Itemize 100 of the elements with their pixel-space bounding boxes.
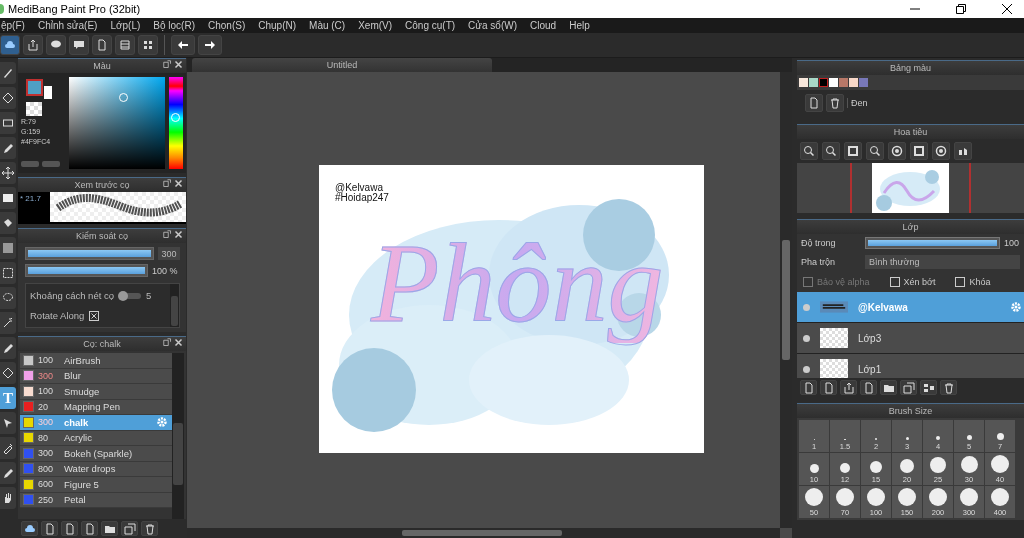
scrollbar[interactable] (170, 284, 179, 327)
menu-item[interactable]: Công cụ(T) (405, 20, 456, 31)
visibility-dot[interactable] (803, 303, 810, 311)
brush-action-button[interactable] (41, 521, 58, 536)
tool-button[interactable] (0, 237, 16, 259)
navigator-button[interactable] (844, 142, 862, 160)
brush-action-button[interactable] (81, 521, 98, 536)
visibility-dot[interactable] (803, 365, 810, 373)
navigator-button[interactable] (932, 142, 950, 160)
tool-button[interactable] (0, 137, 16, 159)
layer-row[interactable]: Lớp1 (797, 354, 1024, 378)
close-icon[interactable] (1002, 4, 1012, 14)
tool-button[interactable] (0, 162, 16, 184)
layer-action-button[interactable] (900, 380, 917, 395)
toolbar-button[interactable] (0, 35, 20, 55)
restore-icon[interactable] (956, 4, 966, 14)
spacing-slider[interactable] (119, 292, 141, 299)
document-tab[interactable]: Untitled (192, 58, 492, 72)
brush-action-button[interactable] (101, 521, 118, 536)
layer-action-button[interactable] (820, 380, 837, 395)
palette-swatch[interactable] (829, 78, 838, 87)
menu-item[interactable]: Cửa sổ(W) (468, 20, 517, 31)
palette-swatch[interactable] (859, 78, 868, 87)
layer-option-checkbox[interactable]: Xén bớt (889, 277, 936, 287)
opacity-value: 100 (1004, 238, 1020, 248)
menu-item[interactable]: Cloud (530, 20, 557, 31)
color-picker-square[interactable] (69, 77, 165, 169)
menu-item[interactable]: Xem(V) (358, 20, 393, 31)
tool-button[interactable] (0, 487, 16, 509)
menu-item[interactable]: Lớp(L) (110, 20, 141, 31)
scrollbar[interactable] (172, 353, 184, 519)
layer-action-button[interactable] (880, 380, 897, 395)
copy-icon (123, 522, 136, 535)
navigator-button[interactable] (822, 142, 840, 160)
navigator-button[interactable] (910, 142, 928, 160)
menu-item[interactable]: ệp(F) (1, 20, 25, 31)
palette-swatch[interactable] (819, 78, 828, 87)
tool-button[interactable] (0, 87, 16, 109)
menu-item[interactable]: Help (569, 20, 590, 31)
visibility-dot[interactable] (803, 334, 810, 342)
brush-size-field[interactable]: 300 (158, 247, 180, 260)
horizontal-scrollbar[interactable] (187, 528, 780, 538)
slider-knob[interactable] (118, 290, 129, 301)
foreground-swatch[interactable] (26, 79, 43, 96)
layer-row[interactable]: Lớp3 (797, 323, 1024, 353)
layer-option-checkbox[interactable]: Khóa (955, 277, 991, 287)
navigator-button[interactable] (800, 142, 818, 160)
tool-button[interactable] (0, 112, 16, 134)
brush-list-item[interactable]: 300 Bokeh (Sparkle) (20, 446, 172, 462)
brush-name: Water drops (64, 463, 116, 475)
toolbar-button[interactable] (138, 35, 158, 55)
tool-button[interactable] (0, 412, 16, 434)
tool-button[interactable] (0, 337, 16, 359)
tool-button[interactable] (0, 262, 16, 284)
brush-action-button[interactable] (21, 521, 38, 536)
delete-color-button[interactable] (826, 94, 844, 112)
toolbar-button[interactable] (92, 35, 112, 55)
tool-button[interactable] (0, 462, 16, 484)
toolbar-button[interactable] (23, 35, 43, 55)
navigator-button[interactable] (888, 142, 906, 160)
tool-button[interactable] (0, 62, 16, 84)
redo-button[interactable] (198, 35, 222, 55)
layer-action-button[interactable] (940, 380, 957, 395)
background-swatch[interactable] (44, 86, 52, 99)
new-color-button[interactable] (805, 94, 823, 112)
menu-item[interactable]: Bộ lọc(R) (153, 20, 195, 31)
tool-button[interactable] (0, 212, 16, 234)
opacity-value: 100 % (152, 265, 179, 276)
brush-list-item[interactable]: 100 Smudge (20, 384, 172, 400)
menu-item[interactable]: Màu (C) (309, 20, 346, 31)
layer-action-button[interactable] (800, 380, 817, 395)
menu-item[interactable]: Chỉnh sửa(E) (37, 20, 98, 31)
palette-swatch[interactable] (809, 78, 818, 87)
tool-button[interactable] (0, 437, 16, 459)
toolbar-button[interactable] (46, 35, 66, 55)
toolbar-button[interactable] (69, 35, 89, 55)
palette-swatch[interactable] (799, 78, 808, 87)
tool-button[interactable] (0, 362, 16, 384)
toolbar-button[interactable] (115, 35, 135, 55)
layer-action-button[interactable] (840, 380, 857, 395)
vertical-scrollbar[interactable] (780, 72, 792, 528)
gradient-icon (2, 242, 14, 254)
layer-action-button[interactable] (920, 380, 937, 395)
checkbox[interactable] (89, 310, 100, 321)
tool-button[interactable] (0, 187, 16, 209)
brush-action-button[interactable] (121, 521, 138, 536)
brush-list-item[interactable]: 600 Figure 5 (20, 477, 172, 493)
blend-mode-dropdown[interactable]: Bình thường (865, 255, 1020, 269)
layer-action-button[interactable] (860, 380, 877, 395)
brush-action-button[interactable] (61, 521, 78, 536)
brush-action-button[interactable] (141, 521, 158, 536)
palette-swatch[interactable] (849, 78, 858, 87)
navigator-button[interactable] (954, 142, 972, 160)
transparent-swatch[interactable] (26, 102, 42, 116)
palette-swatch[interactable] (839, 78, 848, 87)
navigator-button[interactable] (866, 142, 884, 160)
brush-list-item[interactable]: 100 AirBrush (20, 353, 172, 369)
undo-button[interactable] (171, 35, 195, 55)
menu-item[interactable]: Chọn(S) (208, 20, 246, 31)
menu-item[interactable]: Chụp(N) (258, 20, 297, 31)
